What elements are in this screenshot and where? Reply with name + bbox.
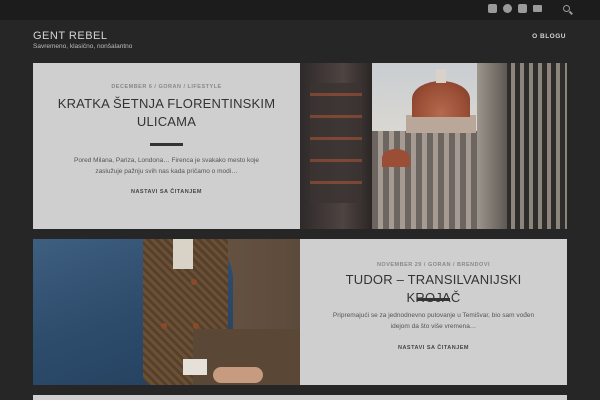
top-bar (0, 0, 600, 20)
mail-icon[interactable] (533, 5, 542, 12)
post-text-panel: NOVEMBER 29 / GORAN / BRENDOVI TUDOR – T… (300, 239, 567, 385)
post-card-partial (33, 395, 567, 400)
read-more-link[interactable]: NASTAVI SA ČITANJEM (300, 345, 567, 351)
site-title[interactable]: GENT REBEL (33, 30, 108, 42)
facebook-icon[interactable] (488, 4, 497, 13)
social-icons (488, 4, 542, 13)
post-title[interactable]: KRATKA ŠETNJA FLORENTINSKIM ULICAMA (53, 95, 280, 131)
post-card: DECEMBER 6 / GORAN / LIFESTYLE KRATKA ŠE… (33, 63, 567, 229)
title-divider (150, 143, 183, 146)
site-header: GENT REBEL Savremeno, klasično, nonšalan… (0, 20, 600, 63)
post-meta[interactable]: DECEMBER 6 / GORAN / LIFESTYLE (33, 84, 300, 90)
site-tagline: Savremeno, klasično, nonšalantno (33, 43, 133, 50)
post-card: NOVEMBER 29 / GORAN / BRENDOVI TUDOR – T… (33, 239, 567, 385)
post-image-tailor[interactable] (33, 239, 300, 385)
nav-about-blog[interactable]: O BLOGU (532, 33, 566, 40)
post-meta[interactable]: NOVEMBER 29 / GORAN / BRENDOVI (300, 262, 567, 268)
post-excerpt: Pripremajući se za jednodnevno putovanje… (332, 312, 535, 330)
post-excerpt: Pored Milana, Pariza, Londona… Firenca j… (74, 157, 259, 175)
instagram-icon[interactable] (518, 4, 527, 13)
tailor-photo (33, 239, 300, 385)
florence-photo (300, 63, 567, 229)
search-icon[interactable] (563, 5, 570, 12)
pinterest-icon[interactable] (503, 4, 512, 13)
title-divider (417, 298, 450, 301)
post-title[interactable]: TUDOR – TRANSILVANIJSKI KROJAČ (320, 271, 547, 307)
read-more-link[interactable]: NASTAVI SA ČITANJEM (33, 189, 300, 195)
post-image-florence[interactable] (300, 63, 567, 229)
post-text-panel: DECEMBER 6 / GORAN / LIFESTYLE KRATKA ŠE… (33, 63, 300, 229)
